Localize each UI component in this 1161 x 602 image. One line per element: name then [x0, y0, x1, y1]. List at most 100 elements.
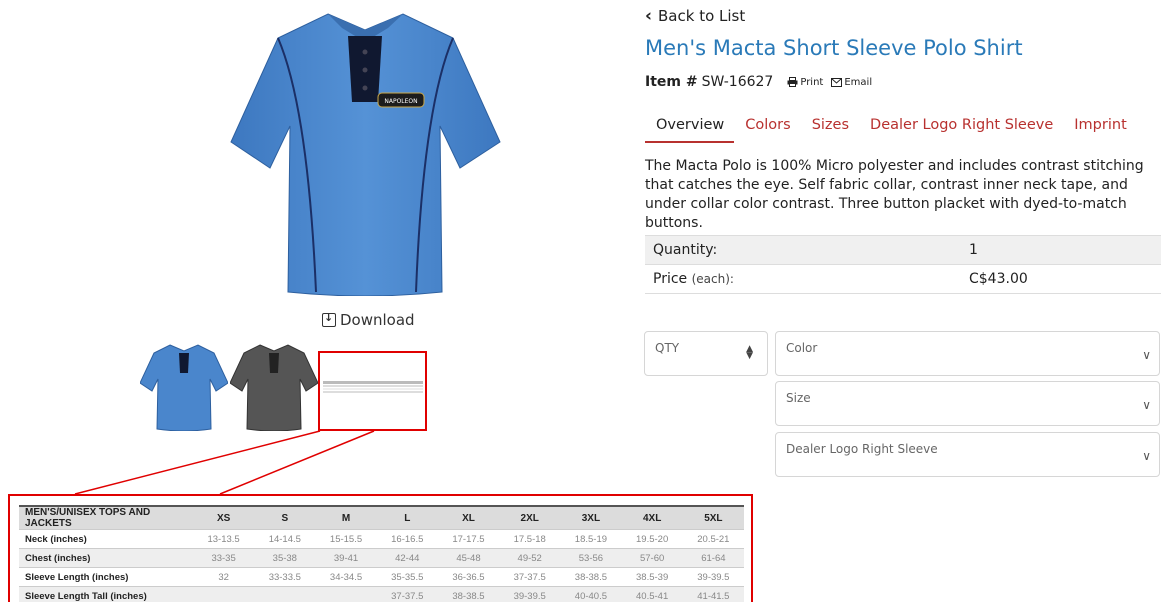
size-chart-cell [315, 586, 377, 602]
download-label: Download [340, 311, 415, 329]
size-chart-cell: 37-37.5 [376, 586, 438, 602]
size-chart-cell: 33-33.5 [254, 567, 316, 587]
price-label-cell: Price (each): [645, 264, 961, 294]
size-chart-cell: Sleeve Length Tall (inches) [19, 586, 193, 602]
size-chart-cell: 32 [193, 567, 255, 587]
chevron-left-icon: ‹ [645, 6, 653, 26]
size-chart-cell: 61-64 [682, 548, 744, 568]
color-select[interactable]: Color ∨ [775, 331, 1160, 376]
quantity-placeholder: QTY [655, 341, 680, 355]
item-number-label: Item # [645, 74, 698, 90]
size-chart-cell: 39-39.5 [682, 567, 744, 587]
price-label: Price [653, 271, 688, 287]
quantity-label: Quantity: [645, 235, 961, 265]
product-description: The Macta Polo is 100% Micro polyester a… [645, 158, 1144, 231]
size-chart-cell: 19.5-20 [621, 529, 683, 549]
download-icon [322, 311, 336, 327]
price-row: Price (each): C$43.00 [645, 264, 1161, 294]
quantity-input[interactable]: QTY ▲ ▼ [644, 331, 768, 376]
email-button[interactable]: Email [831, 77, 872, 88]
size-chart-header: 4XL [621, 505, 683, 530]
product-tabs: Overview Colors Sizes Dealer Logo Right … [645, 114, 1137, 143]
polo-shirt-grey-thumb [229, 344, 319, 432]
size-chart-zoom: MEN'S/UNISEX TOPS AND JACKETS XS S M L X… [8, 494, 753, 602]
size-chart-mini-icon [323, 381, 423, 393]
size-chart-header: 5XL [682, 505, 744, 530]
size-chart-cell: 38-38.5 [437, 586, 500, 602]
thumbnail-size-chart[interactable] [318, 351, 427, 431]
price-value: C$43.00 [961, 264, 1161, 294]
size-chart-cell: 15-15.5 [315, 529, 377, 549]
product-title: Men's Macta Short Sleeve Polo Shirt [645, 36, 1023, 60]
price-each-label: (each): [691, 272, 734, 286]
back-to-list-label: Back to List [658, 7, 746, 25]
size-chart-cell: 45-48 [437, 548, 500, 568]
tab-colors[interactable]: Colors [734, 114, 800, 143]
size-chart-header: M [315, 505, 377, 530]
size-chart-cell: 17.5-18 [499, 529, 561, 549]
size-chart-cell: 36-36.5 [437, 567, 500, 587]
size-chart-row: Sleeve Length (inches) 32 33-33.5 34-34.… [19, 567, 744, 587]
size-chart-header: S [254, 505, 316, 530]
size-chart-cell: 53-56 [560, 548, 622, 568]
product-main-image: NAPOLEON [228, 8, 503, 297]
size-select[interactable]: Size ∨ [775, 381, 1160, 426]
thumbnail-grey-shirt[interactable] [229, 343, 319, 432]
size-chart-header: XS [193, 505, 255, 530]
size-chart-cell: 13-13.5 [193, 529, 255, 549]
size-chart-header: XL [437, 505, 500, 530]
size-chart-cell: 38.5-39 [621, 567, 683, 587]
size-placeholder: Size [786, 391, 811, 405]
size-chart-cell: 20.5-21 [682, 529, 744, 549]
polo-shirt-blue-thumb [139, 344, 229, 432]
size-chart-row: Chest (inches) 33-35 35-38 39-41 42-44 4… [19, 548, 744, 568]
color-placeholder: Color [786, 341, 818, 355]
stepper-arrows-icon[interactable]: ▲ ▼ [746, 345, 753, 361]
size-chart-table: MEN'S/UNISEX TOPS AND JACKETS XS S M L X… [19, 505, 744, 602]
tab-sizes[interactable]: Sizes [801, 114, 859, 143]
size-chart-cell: 38-38.5 [560, 567, 622, 587]
dealer-logo-placeholder: Dealer Logo Right Sleeve [786, 442, 938, 456]
size-chart-cell: 40.5-41 [621, 586, 683, 602]
size-chart-cell [193, 586, 255, 602]
item-number-line: Item # SW-16627 Print Email [645, 74, 872, 90]
size-chart-cell: 16-16.5 [376, 529, 438, 549]
size-chart-cell: 39-41 [315, 548, 377, 568]
size-chart-cell: 49-52 [499, 548, 561, 568]
size-chart-cell: 42-44 [376, 548, 438, 568]
size-chart-cell: Chest (inches) [19, 548, 193, 568]
size-chart-cell: 39-39.5 [499, 586, 561, 602]
size-chart-cell: 33-35 [193, 548, 255, 568]
size-chart-cell: 35-35.5 [376, 567, 438, 587]
polo-shirt-blue-image: NAPOLEON [230, 13, 501, 297]
size-chart-cell: 18.5-19 [560, 529, 622, 549]
size-chart-cell: 35-38 [254, 548, 316, 568]
size-chart-cell: 37-37.5 [499, 567, 561, 587]
thumbnail-blue-shirt[interactable] [139, 343, 229, 432]
back-to-list-link[interactable]: ‹ Back to List [645, 6, 745, 26]
email-label: Email [844, 76, 873, 88]
quantity-row: Quantity: 1 [645, 235, 1161, 265]
item-number-value: SW-16627 [701, 74, 774, 90]
dealer-logo-select[interactable]: Dealer Logo Right Sleeve ∨ [775, 432, 1160, 477]
size-chart-cell: 17-17.5 [437, 529, 500, 549]
tab-dealer-logo-right-sleeve[interactable]: Dealer Logo Right Sleeve [859, 114, 1063, 143]
printer-icon [787, 77, 798, 87]
size-chart-header: L [376, 505, 438, 530]
size-chart-cell: 34-34.5 [315, 567, 377, 587]
size-chart-cell: 57-60 [621, 548, 683, 568]
size-chart-header-row: MEN'S/UNISEX TOPS AND JACKETS XS S M L X… [19, 505, 744, 530]
size-chart-cell: 14-14.5 [254, 529, 316, 549]
size-chart-row: Sleeve Length Tall (inches) 37-37.5 38-3… [19, 586, 744, 602]
chevron-down-icon: ∨ [1142, 398, 1151, 412]
print-button[interactable]: Print [787, 77, 823, 88]
size-chart-cell: Neck (inches) [19, 529, 193, 549]
chevron-down-icon: ∨ [1142, 348, 1151, 362]
tab-imprint[interactable]: Imprint [1063, 114, 1136, 143]
download-link[interactable]: Download [322, 311, 415, 329]
size-chart-cell [254, 586, 316, 602]
print-label: Print [800, 76, 824, 88]
size-chart-header: 2XL [499, 505, 561, 530]
size-chart-cell: 41-41.5 [682, 586, 744, 602]
tab-overview[interactable]: Overview [645, 114, 735, 143]
